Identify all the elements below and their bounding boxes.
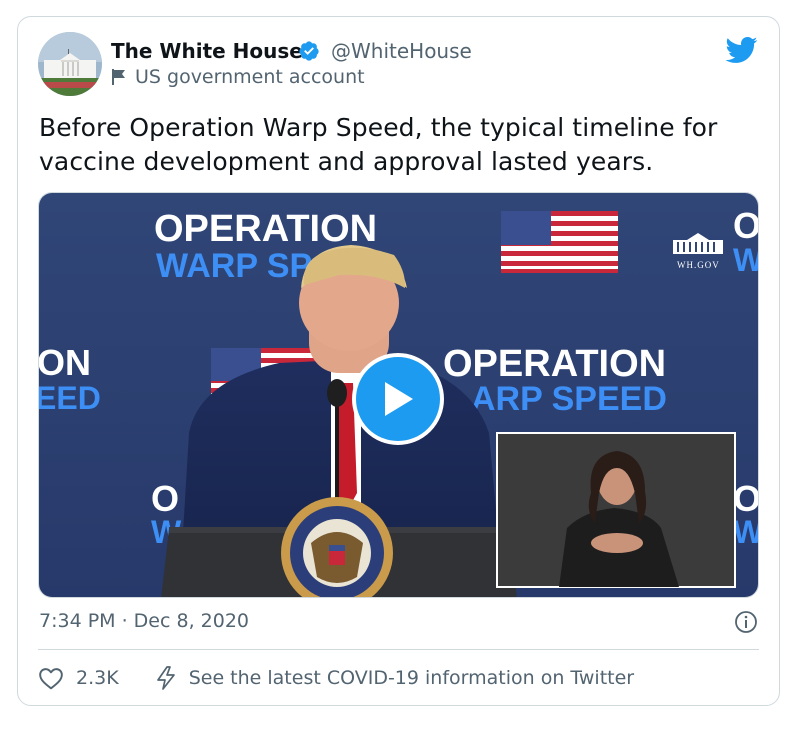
- avatar[interactable]: [38, 32, 102, 96]
- backdrop-edge-w-top: W: [733, 242, 759, 278]
- sign-language-interpreter-inset: [496, 432, 736, 588]
- divider: [38, 649, 759, 650]
- government-label: US government account: [111, 66, 365, 88]
- play-button[interactable]: [352, 353, 444, 445]
- backdrop-subtitle-top: WARP SP: [156, 247, 312, 285]
- tweet-actions: 2.3K See the latest COVID-19 information…: [38, 665, 634, 691]
- wh-gov-text: WH.GOV: [677, 260, 720, 270]
- backdrop-lower-o: O: [151, 478, 179, 519]
- account-name[interactable]: The White House: [111, 39, 303, 63]
- government-label-text: US government account: [135, 66, 365, 88]
- flag-icon: [112, 69, 125, 85]
- backdrop-lower-right-o: O: [733, 478, 759, 519]
- backdrop-lower-right-w: W: [733, 514, 759, 550]
- covid-info-text: See the latest COVID-19 information on T…: [188, 667, 635, 689]
- twitter-logo-icon[interactable]: [724, 36, 758, 64]
- tweet-timestamp[interactable]: 7:34 PM · Dec 8, 2020: [39, 610, 249, 632]
- heart-icon: [39, 668, 63, 690]
- backdrop-left-title: ON: [39, 342, 91, 383]
- backdrop-center-subtitle: ARP SPEED: [471, 380, 667, 418]
- us-flag-top: [501, 211, 618, 273]
- account-handle[interactable]: @WhiteHouse: [331, 39, 472, 63]
- like-button[interactable]: 2.3K: [38, 666, 119, 690]
- lightning-bolt-icon: [156, 666, 175, 690]
- backdrop-edge-o-top: O: [733, 205, 759, 246]
- info-icon[interactable]: [734, 610, 758, 634]
- white-house-avatar-image: [38, 32, 102, 96]
- tweet-text: Before Operation Warp Speed, the typical…: [39, 113, 718, 176]
- tweet-card[interactable]: The White House @WhiteHouse US governmen…: [17, 16, 780, 706]
- like-count: 2.3K: [76, 667, 119, 689]
- play-icon: [385, 382, 413, 416]
- verified-badge-icon: [299, 41, 319, 61]
- backdrop-center-title: OPERATION: [443, 343, 666, 385]
- backdrop-title-top: OPERATION: [154, 208, 377, 250]
- video-player[interactable]: OPERATION WARP SP WH.GOV O ON EED OPERAT…: [38, 192, 759, 598]
- backdrop-left-subtitle: EED: [39, 380, 101, 416]
- covid-info-link[interactable]: See the latest COVID-19 information on T…: [155, 665, 634, 691]
